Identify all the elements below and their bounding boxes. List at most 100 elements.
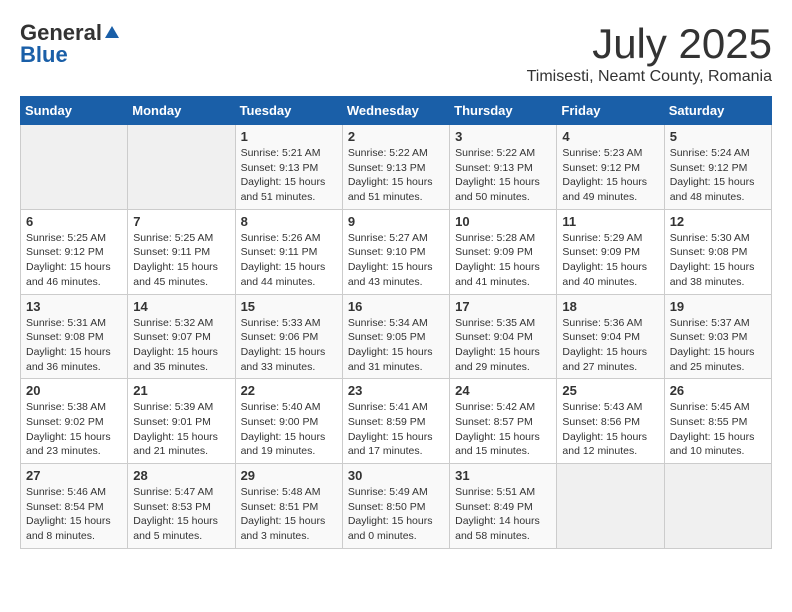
calendar-cell: 30 Sunrise: 5:49 AM Sunset: 8:50 PM Dayli…	[342, 464, 449, 549]
calendar-cell: 11 Sunrise: 5:29 AM Sunset: 9:09 PM Dayli…	[557, 209, 664, 294]
title-block: July 2025 Timisesti, Neamt County, Roman…	[527, 20, 772, 86]
day-info: Sunrise: 5:33 AM Sunset: 9:06 PM Dayligh…	[241, 316, 337, 375]
day-number: 25	[562, 383, 658, 398]
calendar-cell: 29Sunrise: 5:48 AM Sunset: 8:51 PM Dayli…	[235, 464, 342, 549]
calendar-week-row: 27Sunrise: 5:46 AM Sunset: 8:54 PM Dayli…	[21, 464, 772, 549]
day-info: Sunrise: 5:22 AM Sunset: 9:13 PM Dayligh…	[455, 146, 551, 205]
calendar-cell	[128, 125, 235, 210]
day-info: Sunrise: 5:49 AM Sunset: 8:50 PM Dayligh…	[348, 485, 444, 544]
calendar-cell: 14Sunrise: 5:32 AM Sunset: 9:07 PM Dayli…	[128, 294, 235, 379]
calendar-cell: 16 Sunrise: 5:34 AM Sunset: 9:05 PM Dayli…	[342, 294, 449, 379]
calendar-cell: 31 Sunrise: 5:51 AM Sunset: 8:49 PM Dayli…	[450, 464, 557, 549]
day-info: Sunrise: 5:35 AM Sunset: 9:04 PM Dayligh…	[455, 316, 551, 375]
calendar-cell: 25 Sunrise: 5:43 AM Sunset: 8:56 PM Dayli…	[557, 379, 664, 464]
calendar-cell	[557, 464, 664, 549]
column-header-tuesday: Tuesday	[235, 97, 342, 125]
day-info: Sunrise: 5:48 AM Sunset: 8:51 PM Dayligh…	[241, 485, 337, 544]
day-number: 31	[455, 468, 551, 483]
logo-blue-text: Blue	[20, 42, 68, 68]
calendar-week-row: 1 Sunrise: 5:21 AM Sunset: 9:13 PM Daylig…	[21, 125, 772, 210]
day-number: 8	[241, 214, 337, 229]
column-header-thursday: Thursday	[450, 97, 557, 125]
column-header-monday: Monday	[128, 97, 235, 125]
calendar-cell	[664, 464, 771, 549]
day-number: 17	[455, 299, 551, 314]
day-number: 21	[133, 383, 229, 398]
calendar-cell: 4 Sunrise: 5:23 AM Sunset: 9:12 PM Daylig…	[557, 125, 664, 210]
day-number: 16	[348, 299, 444, 314]
day-info: Sunrise: 5:43 AM Sunset: 8:56 PM Dayligh…	[562, 400, 658, 459]
day-number: 11	[562, 214, 658, 229]
calendar-cell: 19 Sunrise: 5:37 AM Sunset: 9:03 PM Dayli…	[664, 294, 771, 379]
day-info: Sunrise: 5:23 AM Sunset: 9:12 PM Dayligh…	[562, 146, 658, 205]
calendar-cell: 10Sunrise: 5:28 AM Sunset: 9:09 PM Dayli…	[450, 209, 557, 294]
day-info: Sunrise: 5:25 AM Sunset: 9:11 PM Dayligh…	[133, 231, 229, 290]
calendar-cell: 9 Sunrise: 5:27 AM Sunset: 9:10 PM Daylig…	[342, 209, 449, 294]
calendar-cell: 2 Sunrise: 5:22 AM Sunset: 9:13 PM Daylig…	[342, 125, 449, 210]
day-info: Sunrise: 5:37 AM Sunset: 9:03 PM Dayligh…	[670, 316, 766, 375]
calendar-week-row: 13 Sunrise: 5:31 AM Sunset: 9:08 PM Dayli…	[21, 294, 772, 379]
day-number: 22	[241, 383, 337, 398]
day-number: 26	[670, 383, 766, 398]
calendar-cell: 5 Sunrise: 5:24 AM Sunset: 9:12 PM Daylig…	[664, 125, 771, 210]
calendar-cell: 20 Sunrise: 5:38 AM Sunset: 9:02 PM Dayli…	[21, 379, 128, 464]
day-number: 7	[133, 214, 229, 229]
day-info: Sunrise: 5:38 AM Sunset: 9:02 PM Dayligh…	[26, 400, 122, 459]
calendar-cell: 1 Sunrise: 5:21 AM Sunset: 9:13 PM Daylig…	[235, 125, 342, 210]
calendar-cell: 26 Sunrise: 5:45 AM Sunset: 8:55 PM Dayli…	[664, 379, 771, 464]
calendar-cell: 22Sunrise: 5:40 AM Sunset: 9:00 PM Dayli…	[235, 379, 342, 464]
calendar-cell: 3 Sunrise: 5:22 AM Sunset: 9:13 PM Daylig…	[450, 125, 557, 210]
day-number: 4	[562, 129, 658, 144]
day-info: Sunrise: 5:45 AM Sunset: 8:55 PM Dayligh…	[670, 400, 766, 459]
day-number: 20	[26, 383, 122, 398]
calendar-cell: 24 Sunrise: 5:42 AM Sunset: 8:57 PM Dayli…	[450, 379, 557, 464]
day-number: 15	[241, 299, 337, 314]
day-number: 2	[348, 129, 444, 144]
calendar-cell: 23 Sunrise: 5:41 AM Sunset: 8:59 PM Dayli…	[342, 379, 449, 464]
calendar-cell: 13 Sunrise: 5:31 AM Sunset: 9:08 PM Dayli…	[21, 294, 128, 379]
day-info: Sunrise: 5:21 AM Sunset: 9:13 PM Dayligh…	[241, 146, 337, 205]
day-info: Sunrise: 5:30 AM Sunset: 9:08 PM Dayligh…	[670, 231, 766, 290]
column-header-friday: Friday	[557, 97, 664, 125]
day-info: Sunrise: 5:34 AM Sunset: 9:05 PM Dayligh…	[348, 316, 444, 375]
day-number: 19	[670, 299, 766, 314]
logo-triangle-icon	[105, 26, 119, 38]
day-info: Sunrise: 5:36 AM Sunset: 9:04 PM Dayligh…	[562, 316, 658, 375]
calendar-cell: 8Sunrise: 5:26 AM Sunset: 9:11 PM Daylig…	[235, 209, 342, 294]
day-number: 12	[670, 214, 766, 229]
day-info: Sunrise: 5:31 AM Sunset: 9:08 PM Dayligh…	[26, 316, 122, 375]
day-number: 13	[26, 299, 122, 314]
day-info: Sunrise: 5:22 AM Sunset: 9:13 PM Dayligh…	[348, 146, 444, 205]
day-number: 28	[133, 468, 229, 483]
logo: General Blue	[20, 20, 119, 68]
calendar-cell: 6 Sunrise: 5:25 AM Sunset: 9:12 PM Daylig…	[21, 209, 128, 294]
day-number: 1	[241, 129, 337, 144]
day-info: Sunrise: 5:29 AM Sunset: 9:09 PM Dayligh…	[562, 231, 658, 290]
day-number: 30	[348, 468, 444, 483]
day-number: 9	[348, 214, 444, 229]
day-number: 6	[26, 214, 122, 229]
calendar-week-row: 20 Sunrise: 5:38 AM Sunset: 9:02 PM Dayli…	[21, 379, 772, 464]
calendar-week-row: 6 Sunrise: 5:25 AM Sunset: 9:12 PM Daylig…	[21, 209, 772, 294]
calendar-cell: 12 Sunrise: 5:30 AM Sunset: 9:08 PM Dayli…	[664, 209, 771, 294]
day-number: 5	[670, 129, 766, 144]
day-number: 10	[455, 214, 551, 229]
column-header-saturday: Saturday	[664, 97, 771, 125]
day-info: Sunrise: 5:41 AM Sunset: 8:59 PM Dayligh…	[348, 400, 444, 459]
calendar-cell: 21 Sunrise: 5:39 AM Sunset: 9:01 PM Dayli…	[128, 379, 235, 464]
day-info: Sunrise: 5:47 AM Sunset: 8:53 PM Dayligh…	[133, 485, 229, 544]
day-info: Sunrise: 5:51 AM Sunset: 8:49 PM Dayligh…	[455, 485, 551, 544]
location-subtitle: Timisesti, Neamt County, Romania	[527, 68, 772, 86]
day-info: Sunrise: 5:27 AM Sunset: 9:10 PM Dayligh…	[348, 231, 444, 290]
day-info: Sunrise: 5:32 AM Sunset: 9:07 PM Dayligh…	[133, 316, 229, 375]
day-info: Sunrise: 5:39 AM Sunset: 9:01 PM Dayligh…	[133, 400, 229, 459]
day-number: 24	[455, 383, 551, 398]
day-number: 23	[348, 383, 444, 398]
calendar-cell: 17 Sunrise: 5:35 AM Sunset: 9:04 PM Dayli…	[450, 294, 557, 379]
day-info: Sunrise: 5:25 AM Sunset: 9:12 PM Dayligh…	[26, 231, 122, 290]
day-info: Sunrise: 5:24 AM Sunset: 9:12 PM Dayligh…	[670, 146, 766, 205]
calendar-cell: 18Sunrise: 5:36 AM Sunset: 9:04 PM Dayli…	[557, 294, 664, 379]
day-number: 3	[455, 129, 551, 144]
calendar-header-row: SundayMondayTuesdayWednesdayThursdayFrid…	[21, 97, 772, 125]
day-info: Sunrise: 5:42 AM Sunset: 8:57 PM Dayligh…	[455, 400, 551, 459]
